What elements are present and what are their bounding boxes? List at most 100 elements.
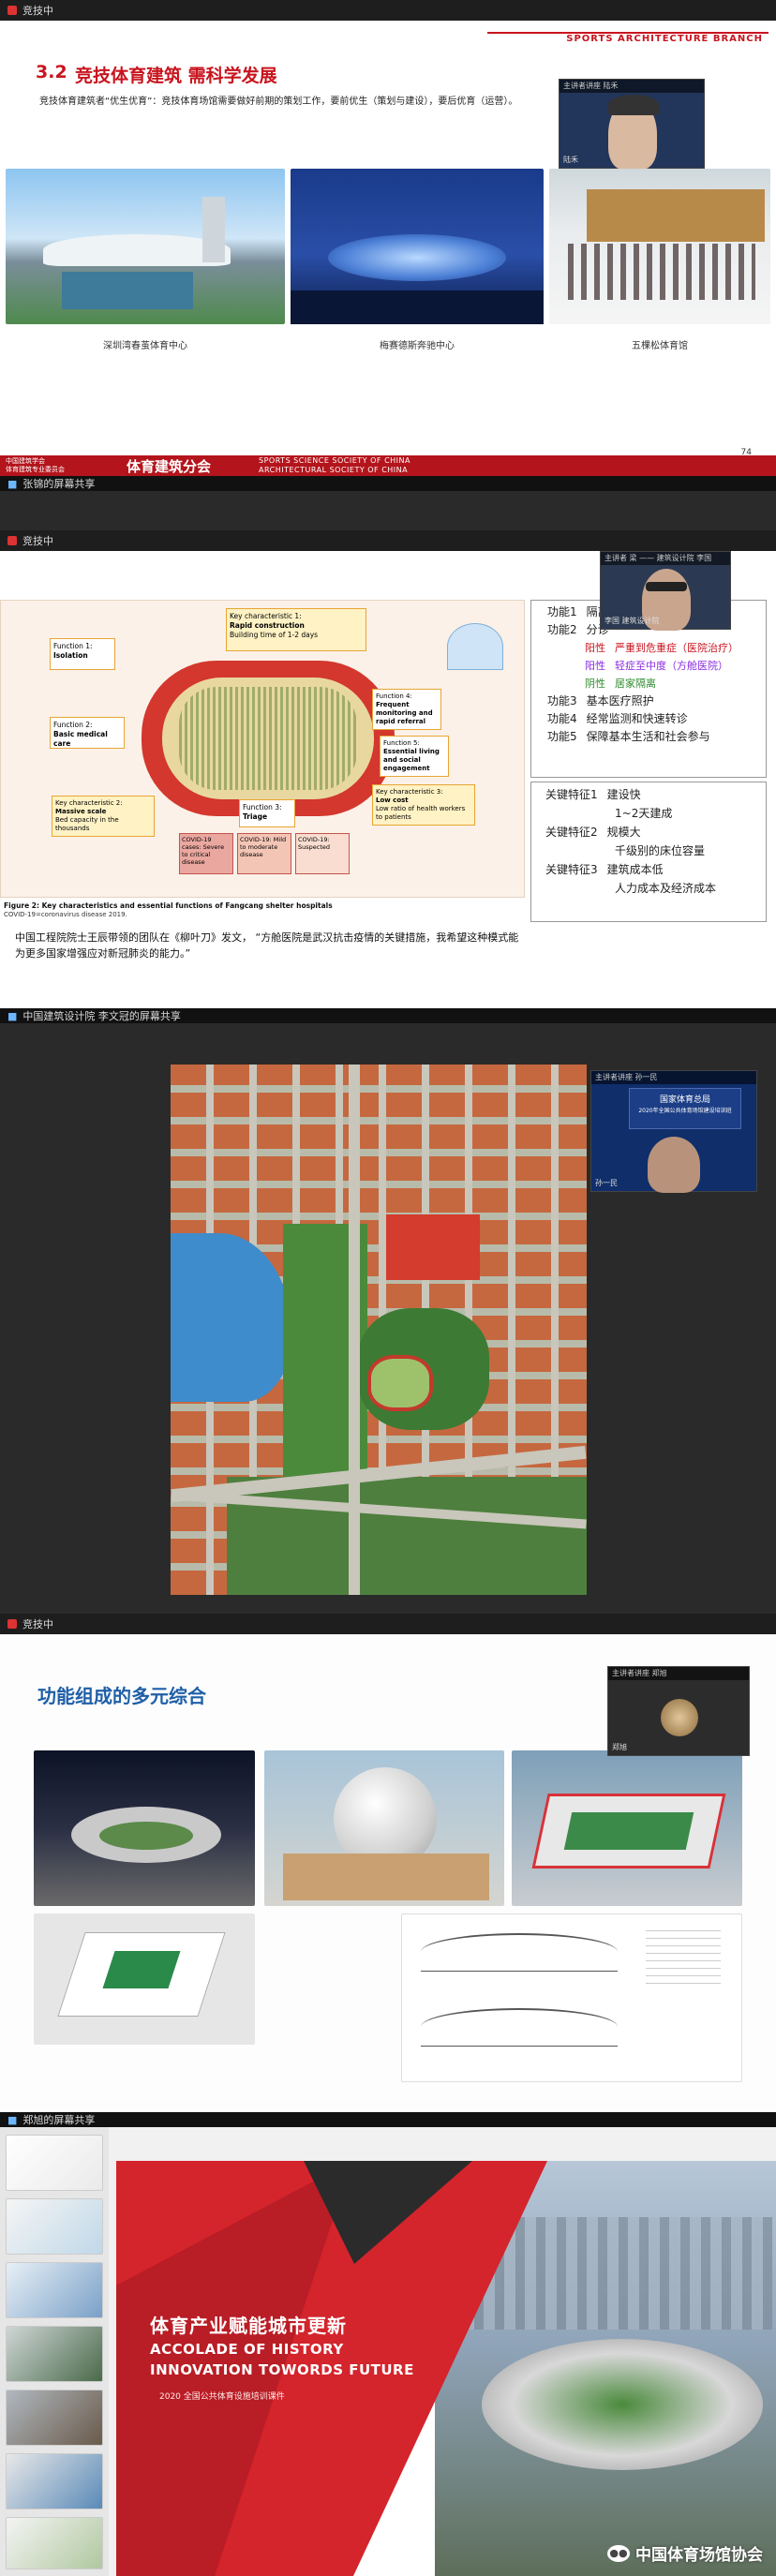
ribbon-right-line1: SPORTS SCIENCE SOCIETY OF CHINA <box>259 456 410 465</box>
slide-fangcang-hospital: Key characteristic 1: Rapid construction… <box>0 551 776 1008</box>
gap-dark-1 <box>0 491 776 530</box>
slide-urban-plan: 主讲者讲座 孙一民 国家体育总局 2020年全国公共体育场馆建设培训班 孙一民 <box>0 1023 776 1614</box>
case-box-3: COVID-19: Suspected <box>295 833 350 874</box>
speaker-video-tile[interactable]: 主讲者讲座 郑旭 郑旭 <box>607 1666 750 1756</box>
photo-shenzhen-bay <box>6 169 285 324</box>
f3-name: Triage <box>243 812 268 821</box>
share-bar-1: ■ 张锦的屏幕共享 <box>0 476 776 491</box>
triage-key: 阳性 <box>585 642 605 654</box>
bed-grid <box>179 687 357 790</box>
share-icon: ■ <box>7 477 18 490</box>
triage-key: 阴性 <box>585 678 605 690</box>
feature-sub: 千级别的床位容量 <box>545 841 716 860</box>
feature-key: 关键特征1 <box>545 788 598 801</box>
video-tile-name: 陆禾 <box>563 156 578 164</box>
kc2-desc: Bed capacity in the thousands <box>55 816 119 832</box>
photo-wukesong-arena <box>549 169 770 324</box>
f4-name: Frequent monitoring and rapid referral <box>376 701 433 725</box>
ribbon-left-line1: 中国建筑学会 <box>6 457 45 465</box>
feature-key: 关键特征2 <box>545 826 598 839</box>
f2-name: Basic medical care <box>53 730 108 748</box>
slide-title-cn: 体育产业赋能城市更新 <box>150 2315 347 2337</box>
features-list: 关键特征1 建设快 1~2天建成 关键特征2 规模大 千级别的床位容量 关键特征3 建… <box>545 785 716 898</box>
urban-plan-model <box>171 1065 587 1595</box>
slide-thumbnail[interactable] <box>6 2262 103 2318</box>
slide-subtitle: 竞技体育建筑者“优生优育”：竞技体育场馆需要做好前期的策划工作，要前优生（策划与… <box>39 97 518 107</box>
kc1-desc: Building time of 1-2 days <box>230 631 319 639</box>
app-titlebar-2: 竞技中 <box>0 530 776 551</box>
figure-note: COVID-19=coronavirus disease 2019. <box>4 911 127 918</box>
triage-key: 阳性 <box>585 660 605 672</box>
speaker-video-tile[interactable]: 主讲者讲座 陆禾 陆禾 <box>559 79 705 170</box>
triage-value: 轻症至中度（方舱医院） <box>615 660 728 672</box>
slide-subtitle: 2020 全国公共体育设施培训课件 <box>159 2392 285 2402</box>
slide-title: 竞技体育建筑 需科学发展 <box>75 66 277 86</box>
share-icon: ■ <box>7 2113 18 2126</box>
app-titlebar-3: 竞技中 <box>0 1614 776 1634</box>
backdrop-title: 国家体育总局 <box>659 1095 710 1105</box>
f1-title: Function 1: <box>53 642 93 650</box>
function-key: 功能3 <box>547 694 577 707</box>
ribbon-left-line2: 体育建筑专业委员会 <box>6 466 65 473</box>
ribbon-right: SPORTS SCIENCE SOCIETY OF CHINA ARCHITEC… <box>244 456 410 475</box>
speaker-video-tile[interactable]: 主讲者 梁 —— 建筑设计院 李国 李国 建筑设计院 <box>600 551 731 631</box>
kc2-title: Key characteristic 2: <box>55 799 123 807</box>
feature-value: 建筑成本低 <box>606 863 664 876</box>
f3-title: Function 3: <box>243 803 282 812</box>
app-icon <box>7 536 17 545</box>
speaker-hair <box>608 95 659 115</box>
photo-stadium-render <box>512 1750 742 1906</box>
photo-stadium-night <box>34 1750 255 1906</box>
function-value: 经常监测和快速转诊 <box>586 712 688 725</box>
triage-row: 阴性 居家隔离 <box>547 675 739 692</box>
f2-title: Function 2: <box>53 721 93 729</box>
kc3-box: Key characteristic 3: Low cost Low ratio… <box>372 784 475 826</box>
slide-title-en-1: ACCOLADE OF HISTORY <box>150 2341 344 2358</box>
backdrop-panel: 国家体育总局 2020年全国公共体育场馆建设培训班 <box>629 1088 741 1129</box>
kc1-title: Key characteristic 1: <box>230 612 302 620</box>
video-tile-name: 孙一民 <box>595 1179 618 1187</box>
share-bar-3: ■ 郑旭的屏幕共享 <box>0 2112 776 2127</box>
slide-thumbnail[interactable] <box>6 2390 103 2446</box>
feature-sub-text: 千级别的床位容量 <box>615 844 706 857</box>
quote-text: 中国工程院院士王辰带领的团队在《柳叶刀》发文， “方舱医院是武汉抗击疫情的关键措… <box>15 931 519 960</box>
app-icon <box>7 1619 17 1629</box>
video-tile-name: 李国 建筑设计院 <box>604 617 660 625</box>
feature-sub-text: 1~2天建成 <box>615 807 673 820</box>
share-bar-2: ■ 中国建筑设计院 李文冠的屏幕共享 <box>0 1008 776 1023</box>
speaker-figure <box>648 1137 700 1193</box>
backdrop-subtitle: 2020年全国公共体育场馆建设培训班 <box>638 1108 732 1114</box>
app-icon <box>7 6 17 15</box>
speaker-video-tile[interactable]: 主讲者讲座 孙一民 国家体育总局 2020年全国公共体育场馆建设培训班 孙一民 <box>590 1070 757 1193</box>
slide-sports-industry: 体育产业赋能城市更新 ACCOLADE OF HISTORY INNOVATIO… <box>0 2127 776 2576</box>
kc3-title: Key characteristic 3: <box>376 788 443 796</box>
kc3-name: Low cost <box>376 797 409 804</box>
fangcang-diagram: Key characteristic 1: Rapid construction… <box>0 600 525 898</box>
feature-sub: 人力成本及经济成本 <box>545 879 716 898</box>
function-row: 功能4 经常监测和快速转诊 <box>547 710 739 728</box>
video-tile-header: 主讲者讲座 陆禾 <box>560 80 704 93</box>
slide-thumbnail[interactable] <box>6 2453 103 2509</box>
function-key: 功能2 <box>547 623 577 636</box>
slide-title-en-2: INNOVATION TOWORDS FUTURE <box>150 2361 414 2378</box>
case-box-1: COVID-19 cases: Severe to critical disea… <box>179 833 233 874</box>
video-tile-name: 郑旭 <box>612 1743 627 1751</box>
slide-thumbnail[interactable] <box>6 2326 103 2382</box>
slide-thumbnail[interactable] <box>6 2198 103 2255</box>
kc1-box: Key characteristic 1: Rapid construction… <box>226 608 366 651</box>
feature-sub: 1~2天建成 <box>545 804 716 823</box>
slide-thumbnail[interactable] <box>6 2517 103 2569</box>
case-box-2: COVID-19: Mild to moderate disease <box>237 833 291 874</box>
f3-box: Function 3: Triage <box>239 799 295 827</box>
function-key: 功能4 <box>547 712 577 725</box>
f1-box: Function 1: Isolation <box>50 638 115 670</box>
f2-box: Function 2: Basic medical care <box>50 717 125 749</box>
video-tile-header: 主讲者讲座 孙一民 <box>591 1071 756 1084</box>
ribbon-right-line2: ARCHITECTURAL SOCIETY OF CHINA <box>259 466 409 474</box>
branch-label: SPORTS ARCHITECTURE BRANCH <box>566 34 763 44</box>
share-icon: ■ <box>7 1009 18 1022</box>
app-titlebar-1: 竞技中 <box>0 0 776 21</box>
ribbon-center: 体育建筑分会 <box>126 457 211 475</box>
slide-thumbnail[interactable] <box>6 2135 103 2191</box>
kc2-name: Massive scale <box>55 808 107 815</box>
